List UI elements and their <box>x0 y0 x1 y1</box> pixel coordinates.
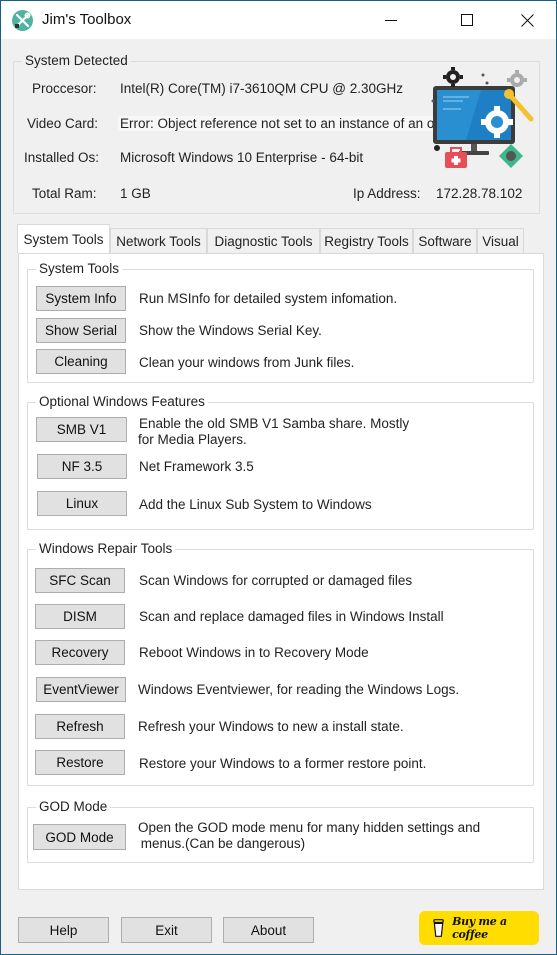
linux-description: Add the Linux Sub System to Windows <box>139 497 372 512</box>
close-icon <box>520 13 534 27</box>
ip-address-label: Ip Address: <box>353 186 421 201</box>
restore-button[interactable]: Restore <box>35 750 125 775</box>
tab-visual[interactable]: Visual <box>477 228 524 253</box>
buy-me-a-coffee-button[interactable]: Buy me a coffee <box>419 911 539 945</box>
coffee-cup-icon <box>433 919 444 937</box>
tab-system-tools[interactable]: System Tools <box>17 224 110 253</box>
total-ram-label: Total Ram: <box>32 186 97 201</box>
repair-tools-legend: Windows Repair Tools <box>36 541 176 556</box>
show-serial-description: Show the Windows Serial Key. <box>139 323 322 338</box>
maximize-icon <box>461 14 473 26</box>
recovery-description: Reboot Windows in to Recovery Mode <box>139 645 369 660</box>
video-card-value: Error: Object reference not set to an in… <box>118 116 469 131</box>
tab-registry-tools[interactable]: Registry Tools <box>320 228 413 253</box>
close-button[interactable] <box>499 1 555 39</box>
minimize-button[interactable] <box>363 1 419 39</box>
show-serial-button[interactable]: Show Serial <box>36 318 126 343</box>
optional-features-legend: Optional Windows Features <box>36 394 208 409</box>
system-info-button[interactable]: System Info <box>36 286 126 311</box>
system-info-description: Run MSInfo for detailed system infomatio… <box>139 291 398 306</box>
about-button[interactable]: About <box>223 917 314 943</box>
minimize-icon <box>385 20 397 21</box>
buy-me-a-coffee-label: Buy me a coffee <box>452 915 507 941</box>
ip-address-value: 172.28.78.102 <box>436 186 523 201</box>
refresh-description: Refresh your Windows to new a install st… <box>138 719 404 734</box>
cleaning-button[interactable]: Cleaning <box>36 349 126 374</box>
nf-35-button[interactable]: NF 3.5 <box>37 454 127 479</box>
smb-v1-description: Enable the old SMB V1 Samba share. Mostl… <box>139 416 410 431</box>
total-ram-value: 1 GB <box>120 186 151 201</box>
dism-description: Scan and replace damaged files in Window… <box>139 609 444 624</box>
tab-diagnostic-tools[interactable]: Diagnostic Tools <box>207 228 320 253</box>
god-mode-description-line2: menus.(Can be dangerous) <box>137 836 306 851</box>
tab-software[interactable]: Software <box>413 228 477 253</box>
window-title: Jim's Toolbox <box>42 11 132 28</box>
app-window: Jim's Toolbox System Detected Proccesor:… <box>0 0 557 955</box>
help-button[interactable]: Help <box>18 917 109 943</box>
god-mode-legend: GOD Mode <box>36 799 111 814</box>
sfc-scan-description: Scan Windows for corrupted or damaged fi… <box>139 573 413 588</box>
god-mode-button[interactable]: GOD Mode <box>33 824 126 850</box>
recovery-button[interactable]: Recovery <box>35 640 125 665</box>
restore-description: Restore your Windows to a former restore… <box>139 756 427 771</box>
smb-v1-button[interactable]: SMB V1 <box>36 417 127 442</box>
computer-repair-illustration <box>421 64 536 174</box>
eventviewer-description: Windows Eventviewer, for reading the Win… <box>138 682 460 697</box>
system-tools-legend: System Tools <box>36 261 123 276</box>
processor-value: Intel(R) Core(TM) i7-3610QM CPU @ 2.30GH… <box>120 81 404 96</box>
processor-label: Proccesor: <box>32 81 97 96</box>
maximize-button[interactable] <box>439 1 495 39</box>
refresh-button[interactable]: Refresh <box>35 714 125 739</box>
linux-button[interactable]: Linux <box>37 491 127 516</box>
exit-button[interactable]: Exit <box>121 917 212 943</box>
system-detected-legend: System Detected <box>22 53 131 68</box>
smb-v1-description-line2: for Media Players. <box>138 432 247 447</box>
eventviewer-button[interactable]: EventViewer <box>36 677 126 702</box>
dism-button[interactable]: DISM <box>35 604 125 629</box>
nf-35-description: Net Framework 3.5 <box>139 459 254 474</box>
installed-os-label: Installed Os: <box>24 150 100 165</box>
title-bar[interactable]: Jim's Toolbox <box>1 1 556 39</box>
cleaning-description: Clean your windows from Junk files. <box>139 355 355 370</box>
video-card-label: Video Card: <box>27 116 99 131</box>
tab-network-tools[interactable]: Network Tools <box>110 228 207 253</box>
installed-os-value: Microsoft Windows 10 Enterprise - 64-bit <box>120 150 364 165</box>
toolbox-app-icon <box>12 10 33 31</box>
sfc-scan-button[interactable]: SFC Scan <box>35 568 125 593</box>
god-mode-description: Open the GOD mode menu for many hidden s… <box>138 820 481 835</box>
